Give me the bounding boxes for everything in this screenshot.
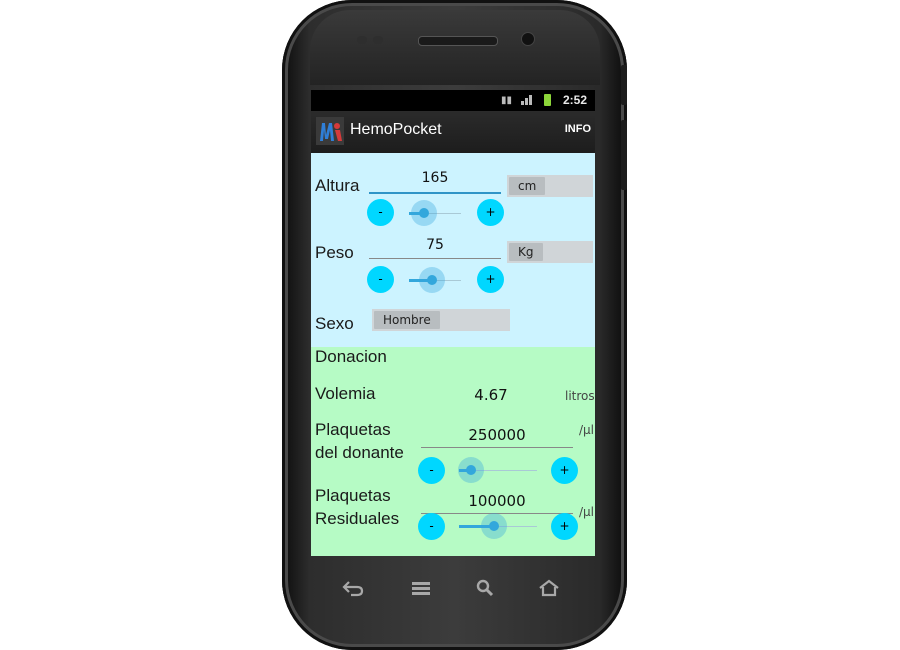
peso-unit-value: Kg [509, 243, 543, 261]
plaquetas-donante-minus-button[interactable]: - [418, 457, 445, 484]
plaquetas-donante-label-1: Plaquetas [315, 420, 391, 439]
altura-plus-button[interactable]: + [477, 199, 504, 226]
side-button [621, 65, 627, 105]
volume-button [621, 120, 627, 190]
donacion-label: Donacion [315, 347, 387, 366]
peso-input-underline [369, 258, 501, 259]
device-screen: ▮▮ 2:52 HemoPocket INFO Altura 165 cm - … [311, 90, 595, 556]
altura-input-underline [369, 192, 501, 194]
info-button[interactable]: INFO [565, 123, 591, 135]
light-sensor [373, 36, 383, 44]
usb-debug-icon: ▮▮ [501, 95, 513, 106]
peso-minus-button[interactable]: - [367, 266, 394, 293]
plaquetas-residuales-unit: /µl [579, 505, 595, 519]
altura-minus-button[interactable]: - [367, 199, 394, 226]
plaquetas-donante-unit: /µl [579, 423, 595, 437]
front-camera [521, 32, 535, 46]
status-bar: ▮▮ 2:52 [311, 90, 595, 111]
plaquetas-residuales-label-2: Residuales [315, 509, 400, 528]
phone-top-bezel [310, 10, 600, 85]
volemia-unit: litros [565, 389, 595, 403]
altura-unit-spinner[interactable]: cm [507, 175, 593, 197]
hemopocket-logo-icon [316, 117, 344, 145]
signal-icon [521, 93, 535, 108]
home-icon[interactable] [536, 578, 562, 600]
altura-slider-dot [418, 208, 429, 218]
app-title: HemoPocket [350, 121, 442, 138]
back-icon[interactable] [340, 578, 366, 600]
volemia-value: 4.67 [474, 386, 508, 404]
altura-input[interactable]: 165 [369, 170, 501, 186]
altura-unit-value: cm [509, 177, 546, 195]
search-icon[interactable] [472, 578, 498, 600]
plaquetas-residuales-label-1: Plaquetas [315, 486, 391, 505]
sexo-label: Sexo [315, 314, 354, 333]
input-panel: Altura 165 cm - + Peso 75 Kg - + Sexo Ho… [311, 153, 595, 347]
plaquetas-donante-input[interactable]: 250000 [421, 426, 573, 444]
plaquetas-donante-label-2: del donante [315, 443, 404, 462]
peso-unit-spinner[interactable]: Kg [507, 241, 593, 263]
plaquetas-donante-slider-dot [465, 465, 476, 475]
plaquetas-donante-plus-button[interactable]: + [551, 457, 578, 484]
menu-icon[interactable] [408, 578, 434, 600]
peso-plus-button[interactable]: + [477, 266, 504, 293]
volemia-label: Volemia [315, 384, 376, 403]
plaquetas-residuales-input[interactable]: 100000 [421, 492, 573, 510]
peso-label: Peso [315, 243, 354, 262]
status-time: 2:52 [563, 93, 588, 107]
plaquetas-residuales-minus-button[interactable]: - [418, 513, 445, 540]
results-panel: Donacion Volemia 4.67 litros Plaquetas d… [311, 347, 595, 556]
plaquetas-residuales-plus-button[interactable]: + [551, 513, 578, 540]
battery-charging-icon [544, 94, 551, 106]
earpiece-speaker [418, 36, 498, 46]
proximity-sensor [357, 36, 367, 44]
sexo-value: Hombre [374, 311, 440, 329]
hardware-nav-bar [320, 570, 590, 610]
sexo-spinner[interactable]: Hombre [372, 309, 510, 331]
action-bar: HemoPocket INFO [311, 111, 595, 153]
altura-label: Altura [315, 176, 360, 195]
peso-input[interactable]: 75 [369, 237, 501, 253]
plaquetas-donante-underline [421, 447, 573, 448]
